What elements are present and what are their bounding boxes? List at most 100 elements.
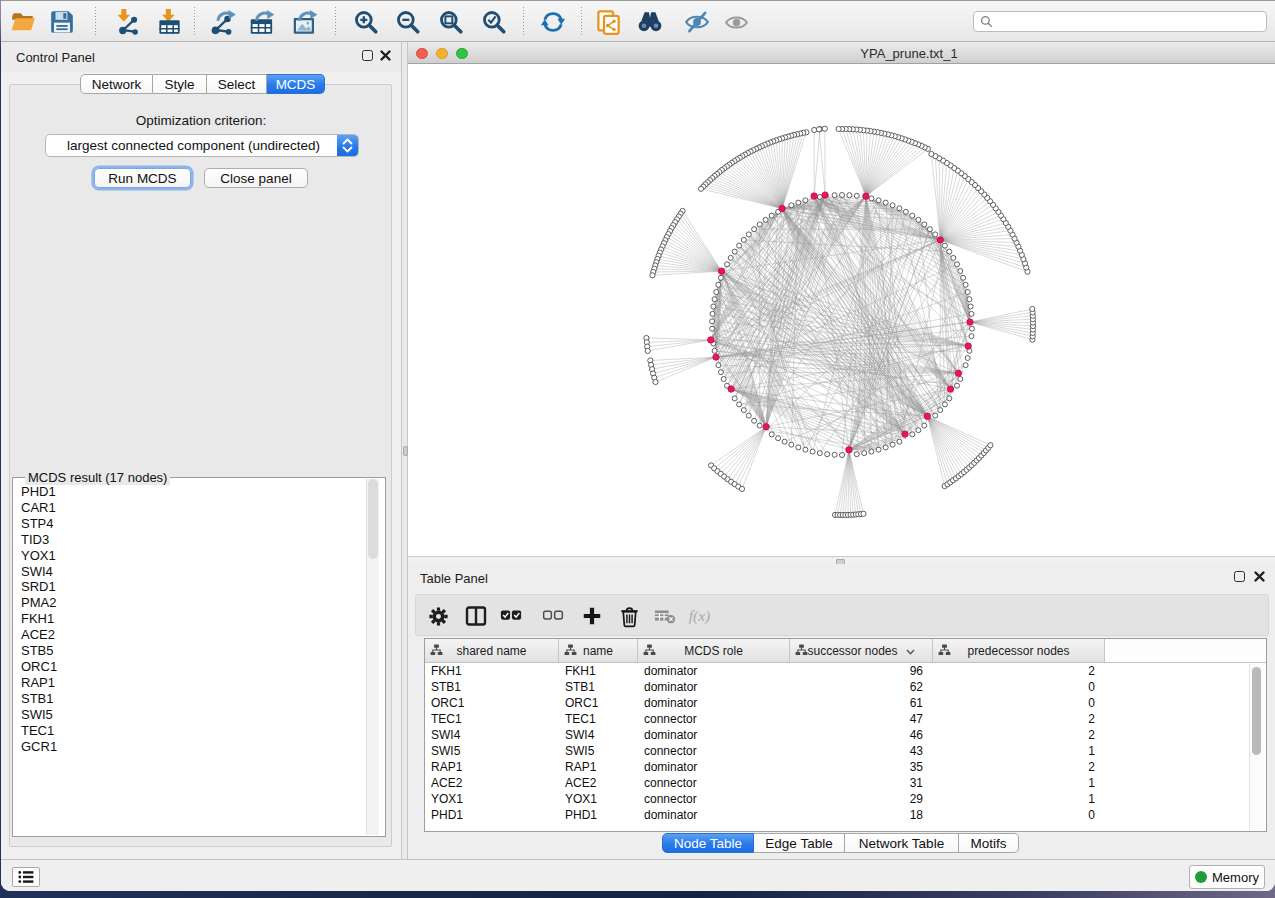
mcds-result-item[interactable]: PHD1 (14, 484, 366, 500)
mcds-result-item[interactable]: SWI5 (14, 707, 366, 723)
mcds-result-item[interactable]: TID3 (14, 532, 366, 548)
task-history-button[interactable] (12, 867, 40, 887)
tab-motifs[interactable]: Motifs (959, 833, 1019, 853)
cell-MCDS-role: connector (644, 744, 697, 758)
table-row[interactable]: SWI4SWI4dominator462 (425, 727, 1266, 743)
close-panel-icon[interactable] (379, 49, 392, 62)
tab-style[interactable]: Style (153, 74, 207, 94)
table-scrollbar-thumb[interactable] (1252, 667, 1261, 755)
hide-eye-icon[interactable] (682, 8, 712, 36)
toolbar-separator (581, 7, 582, 36)
import-network-icon[interactable] (110, 8, 140, 36)
mcds-result-item[interactable]: FKH1 (14, 611, 366, 627)
plus-icon[interactable] (578, 602, 606, 630)
refresh-icon[interactable] (538, 8, 568, 36)
mcds-result-item[interactable]: SWI4 (14, 564, 366, 580)
toolbar-separator (194, 7, 195, 36)
cell-name: FKH1 (565, 664, 596, 678)
split-columns-icon[interactable] (462, 602, 490, 630)
horizontal-split-divider[interactable] (408, 556, 1275, 564)
open-folder-icon[interactable] (8, 8, 38, 36)
tab-network-table[interactable]: Network Table (845, 833, 959, 853)
column-header-successor-nodes[interactable]: successor nodes (790, 639, 933, 662)
mcds-result-scrollbar-thumb[interactable] (368, 479, 378, 559)
mcds-result-item[interactable]: STB5 (14, 643, 366, 659)
table-delete-icon (651, 602, 679, 630)
cell-predecessor-nodes: 2 (933, 728, 1095, 742)
mcds-result-item[interactable]: YOX1 (14, 548, 366, 564)
status-bar: Memory (1, 859, 1275, 891)
search-input[interactable] (973, 11, 1267, 32)
mcds-result-item[interactable]: SRD1 (14, 579, 366, 595)
export-image-icon[interactable] (290, 8, 320, 36)
mcds-result-item[interactable]: STB1 (14, 691, 366, 707)
mcds-result-item[interactable]: GCR1 (14, 739, 366, 755)
tab-edge-table[interactable]: Edge Table (754, 833, 845, 853)
mcds-result-item[interactable]: STP4 (14, 516, 366, 532)
cell-MCDS-role: connector (644, 776, 697, 790)
export-network-icon[interactable] (208, 8, 238, 36)
zoom-in-icon[interactable] (351, 8, 381, 36)
documents-share-icon[interactable] (593, 8, 623, 36)
mcds-result-scrollbar[interactable] (366, 479, 379, 835)
eye-icon[interactable] (721, 8, 751, 36)
mcds-result-list[interactable]: PHD1CAR1STP4TID3YOX1SWI4SRD1PMA2FKH1ACE2… (14, 484, 366, 834)
criterion-dropdown[interactable]: largest connected component (undirected) (45, 134, 359, 157)
column-header-MCDS-role[interactable]: MCDS role (638, 639, 790, 662)
trash-icon[interactable] (615, 602, 643, 630)
main-toolbar (1, 0, 1275, 42)
table-row[interactable]: SWI5SWI5connector431 (425, 743, 1266, 759)
mcds-result-item[interactable]: ORC1 (14, 659, 366, 675)
cell-successor-nodes: 96 (790, 664, 923, 678)
cell-shared-name: SWI5 (431, 744, 460, 758)
mcds-result-item[interactable]: RAP1 (14, 675, 366, 691)
import-table-icon[interactable] (154, 8, 184, 36)
network-window-titlebar[interactable]: YPA_prune.txt_1 (408, 42, 1275, 64)
mcds-result-item[interactable]: TEC1 (14, 723, 366, 739)
table-row[interactable]: STB1STB1dominator620 (425, 679, 1266, 695)
tab-node-table[interactable]: Node Table (662, 833, 754, 853)
run-mcds-button[interactable]: Run MCDS (94, 168, 191, 188)
memory-button[interactable]: Memory (1189, 865, 1265, 889)
table-row[interactable]: ORC1ORC1dominator610 (425, 695, 1266, 711)
network-graph[interactable] (408, 64, 1275, 556)
close-table-panel-icon[interactable] (1253, 570, 1266, 583)
cell-shared-name: SWI4 (431, 728, 460, 742)
float-table-panel-icon[interactable] (1234, 571, 1245, 582)
mcds-result-item[interactable]: PMA2 (14, 595, 366, 611)
table-row[interactable]: RAP1RAP1dominator352 (425, 759, 1266, 775)
gear-icon[interactable] (424, 602, 452, 630)
toolbar-separator (523, 7, 524, 36)
table-row[interactable]: TEC1TEC1connector472 (425, 711, 1266, 727)
table-row[interactable]: FKH1FKH1dominator962 (425, 663, 1266, 679)
export-table-icon[interactable] (247, 8, 277, 36)
mcds-hub-node (863, 193, 869, 199)
column-header-name[interactable]: name (559, 639, 638, 662)
checkboxes-checked-icon[interactable] (497, 602, 525, 630)
mcds-result-item[interactable]: ACE2 (14, 627, 366, 643)
save-icon[interactable] (47, 8, 77, 36)
cell-shared-name: ORC1 (431, 696, 464, 710)
cell-predecessor-nodes: 0 (933, 696, 1095, 710)
tab-network[interactable]: Network (80, 74, 153, 94)
table-row[interactable]: YOX1YOX1connector291 (425, 791, 1266, 807)
binoculars-icon[interactable] (635, 8, 665, 36)
column-header-predecessor-nodes[interactable]: predecessor nodes (933, 639, 1105, 662)
checkboxes-unchecked-icon[interactable] (539, 602, 567, 630)
network-canvas[interactable] (408, 64, 1275, 556)
tab-mcds[interactable]: MCDS (267, 74, 325, 94)
zoom-out-icon[interactable] (393, 8, 423, 36)
table-row[interactable]: ACE2ACE2connector311 (425, 775, 1266, 791)
float-panel-icon[interactable] (362, 50, 373, 61)
zoom-fit-icon[interactable] (436, 8, 466, 36)
tab-select[interactable]: Select (207, 74, 267, 94)
vertical-split-divider[interactable] (401, 42, 408, 859)
table-scrollbar[interactable] (1249, 664, 1264, 830)
close-panel-button[interactable]: Close panel (204, 168, 308, 188)
table-row[interactable]: PHD1PHD1dominator180 (425, 807, 1266, 823)
column-header-shared-name[interactable]: shared name (425, 639, 559, 662)
cell-successor-nodes: 62 (790, 680, 923, 694)
svg-text:f(x): f(x) (689, 607, 711, 625)
mcds-result-item[interactable]: CAR1 (14, 500, 366, 516)
zoom-selected-icon[interactable] (479, 8, 509, 36)
